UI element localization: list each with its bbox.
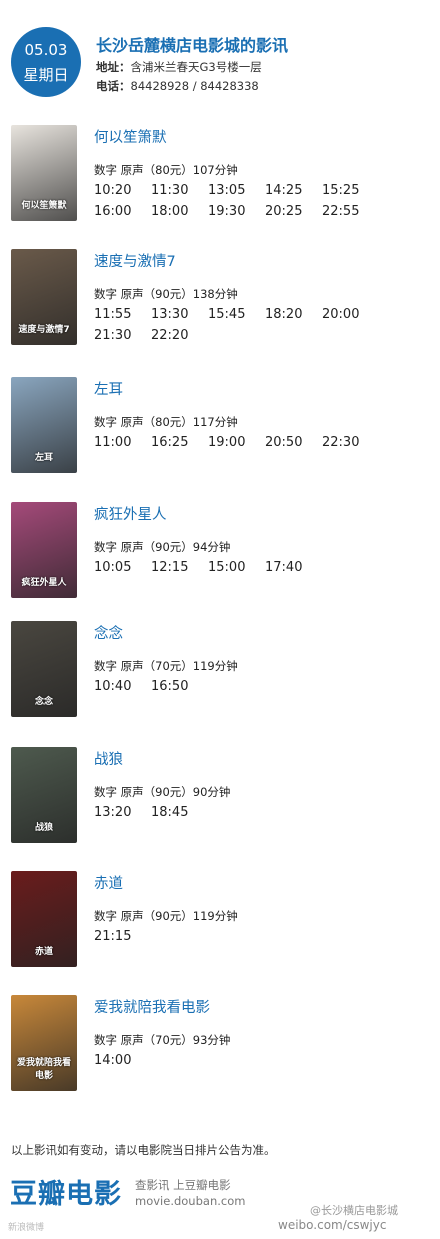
film-poster[interactable]: 左耳 xyxy=(11,377,77,473)
date-text: 05.03 xyxy=(24,41,68,59)
film-poster[interactable]: 速度与激情7 xyxy=(11,249,77,345)
film-item: 念念 念念 数字 原声（70元）119分钟 10:40 16:50 xyxy=(0,621,440,731)
weibo-handle[interactable]: @长沙横店电影城 xyxy=(310,1202,398,1218)
poster-title-text: 何以笙箫默 xyxy=(21,201,67,211)
watermark-text: 新浪微博 xyxy=(8,1223,45,1233)
showtime[interactable]: 10:40 xyxy=(94,679,150,695)
showtime[interactable]: 14:25 xyxy=(265,183,321,199)
showtime[interactable]: 17:40 xyxy=(265,560,321,576)
showtime[interactable]: 21:30 xyxy=(94,328,150,344)
film-title-link[interactable]: 爱我就陪我看电影 xyxy=(94,996,210,1017)
film-poster[interactable]: 念念 xyxy=(11,621,77,717)
showtime[interactable]: 10:05 xyxy=(94,560,150,576)
film-meta: 数字 原声（90元）90分钟 xyxy=(94,785,231,799)
film-meta: 数字 原声（80元）117分钟 xyxy=(94,415,238,429)
film-item: 左耳 左耳 数字 原声（80元）117分钟 11:00 16:25 19:00 20:50 2… xyxy=(0,377,440,487)
showtime-list: 10:40 16:50 xyxy=(94,675,424,696)
showtime[interactable]: 15:25 xyxy=(322,183,378,199)
poster-title-text: 速度与激情7 xyxy=(18,325,70,335)
film-meta: 数字 原声（70元）119分钟 xyxy=(94,659,238,673)
poster-title-text: 疯狂外星人 xyxy=(21,578,67,588)
film-title-link[interactable]: 赤道 xyxy=(94,872,123,893)
film-item: 赤道 赤道 数字 原声（90元）119分钟 21:15 xyxy=(0,871,440,981)
film-meta: 数字 原声（90元）138分钟 xyxy=(94,287,238,301)
film-meta: 数字 原声（70元）93分钟 xyxy=(94,1033,231,1047)
film-title-link[interactable]: 念念 xyxy=(94,622,123,643)
poster-title-text: 念念 xyxy=(34,697,53,707)
showtime[interactable]: 12:15 xyxy=(151,560,207,576)
showtime-list: 10:20 11:30 13:05 14:25 15:25 16:00 18:00 19:30… xyxy=(94,179,424,221)
showtime[interactable]: 11:55 xyxy=(94,307,150,323)
showtime[interactable]: 20:25 xyxy=(265,204,321,220)
showtime[interactable]: 13:05 xyxy=(208,183,264,199)
showtime[interactable]: 13:30 xyxy=(151,307,207,323)
showtime[interactable]: 11:30 xyxy=(151,183,207,199)
showtime[interactable]: 18:20 xyxy=(265,307,321,323)
address-label: 地址： xyxy=(96,60,131,74)
film-title-link[interactable]: 疯狂外星人 xyxy=(94,503,167,524)
poster-title-text: 赤道 xyxy=(34,947,53,957)
showtime[interactable]: 18:00 xyxy=(151,204,207,220)
film-poster[interactable]: 战狼 xyxy=(11,747,77,843)
phone-label: 电话： xyxy=(96,79,131,93)
showtime[interactable]: 20:00 xyxy=(322,307,378,323)
showtime[interactable]: 15:00 xyxy=(208,560,264,576)
showtime[interactable]: 18:45 xyxy=(151,805,207,821)
showtime[interactable]: 22:55 xyxy=(322,204,378,220)
phone-line: 电话：84428928 / 84428338 xyxy=(96,78,259,94)
poster-title-text: 战狼 xyxy=(34,823,53,833)
showtime[interactable]: 15:45 xyxy=(208,307,264,323)
film-item: 爱我就陪我看电影 爱我就陪我看电影 数字 原声（70元）93分钟 14:00 xyxy=(0,995,440,1105)
douban-url-link[interactable]: movie.douban.com xyxy=(135,1194,245,1208)
showtime-list: 14:00 xyxy=(94,1049,424,1070)
header: 05.03 星期日 长沙岳麓横店电影城的影讯 地址：含浦米兰春天G3号楼一层 电… xyxy=(0,0,440,110)
film-poster[interactable]: 爱我就陪我看电影 xyxy=(11,995,77,1091)
douban-slogan: 查影讯 上豆瓣电影 xyxy=(135,1178,231,1192)
poster-title-text: 左耳 xyxy=(34,453,53,463)
showtime-list: 11:55 13:30 15:45 18:20 20:00 21:30 22:20 xyxy=(94,303,424,345)
film-meta: 数字 原声（80元）107分钟 xyxy=(94,163,238,177)
film-item: 战狼 战狼 数字 原声（90元）90分钟 13:20 18:45 xyxy=(0,747,440,857)
film-item: 疯狂外星人 疯狂外星人 数字 原声（90元）94分钟 10:05 12:15 15:00 1… xyxy=(0,502,440,612)
weekday-text: 星期日 xyxy=(23,66,69,84)
showtime[interactable]: 19:30 xyxy=(208,204,264,220)
film-meta: 数字 原声（90元）119分钟 xyxy=(94,909,238,923)
film-item: 速度与激情7 速度与激情7 数字 原声（90元）138分钟 11:55 13:30 15:… xyxy=(0,249,440,359)
showtime[interactable]: 22:30 xyxy=(322,435,378,451)
film-poster[interactable]: 疯狂外星人 xyxy=(11,502,77,598)
date-badge: 05.03 星期日 xyxy=(11,27,81,97)
film-poster[interactable]: 何以笙箫默 xyxy=(11,125,77,221)
douban-movie-logo[interactable]: 豆瓣电影 xyxy=(10,1172,122,1211)
showtime[interactable]: 22:20 xyxy=(151,328,207,344)
showtime[interactable]: 13:20 xyxy=(94,805,150,821)
film-item: 何以笙箫默 何以笙箫默 数字 原声（80元）107分钟 10:20 11:30 13:05… xyxy=(0,125,440,235)
showtime-list: 21:15 xyxy=(94,925,424,946)
film-title-link[interactable]: 何以笙箫默 xyxy=(94,126,167,147)
film-title-link[interactable]: 速度与激情7 xyxy=(94,250,176,271)
showtime[interactable]: 16:50 xyxy=(151,679,207,695)
showtime[interactable]: 10:20 xyxy=(94,183,150,199)
showtime[interactable]: 16:00 xyxy=(94,204,150,220)
film-poster[interactable]: 赤道 xyxy=(11,871,77,967)
phone-value: 84428928 / 84428338 xyxy=(130,79,259,93)
showtime[interactable]: 14:00 xyxy=(94,1053,150,1069)
film-title-link[interactable]: 左耳 xyxy=(94,378,123,399)
showtime[interactable]: 11:00 xyxy=(94,435,150,451)
showtime[interactable]: 16:25 xyxy=(151,435,207,451)
showtime[interactable]: 19:00 xyxy=(208,435,264,451)
notice-text: 以上影讯如有变动，请以电影院当日排片公告为准。 xyxy=(11,1143,276,1157)
showtime-list: 13:20 18:45 xyxy=(94,801,424,822)
weibo-url-link[interactable]: weibo.com/cswjyc xyxy=(278,1218,386,1232)
film-title-link[interactable]: 战狼 xyxy=(94,748,123,769)
showtime-list: 10:05 12:15 15:00 17:40 xyxy=(94,556,424,577)
showtime-list: 11:00 16:25 19:00 20:50 22:30 xyxy=(94,431,424,452)
film-meta: 数字 原声（90元）94分钟 xyxy=(94,540,231,554)
poster-title-text: 爱我就陪我看电影 xyxy=(16,1058,71,1081)
address-value: 含浦米兰春天G3号楼一层 xyxy=(130,60,262,74)
showtime[interactable]: 21:15 xyxy=(94,929,150,945)
address-line: 地址：含浦米兰春天G3号楼一层 xyxy=(96,59,262,75)
showtime[interactable]: 20:50 xyxy=(265,435,321,451)
cinema-title: 长沙岳麓横店电影城的影讯 xyxy=(96,36,289,55)
